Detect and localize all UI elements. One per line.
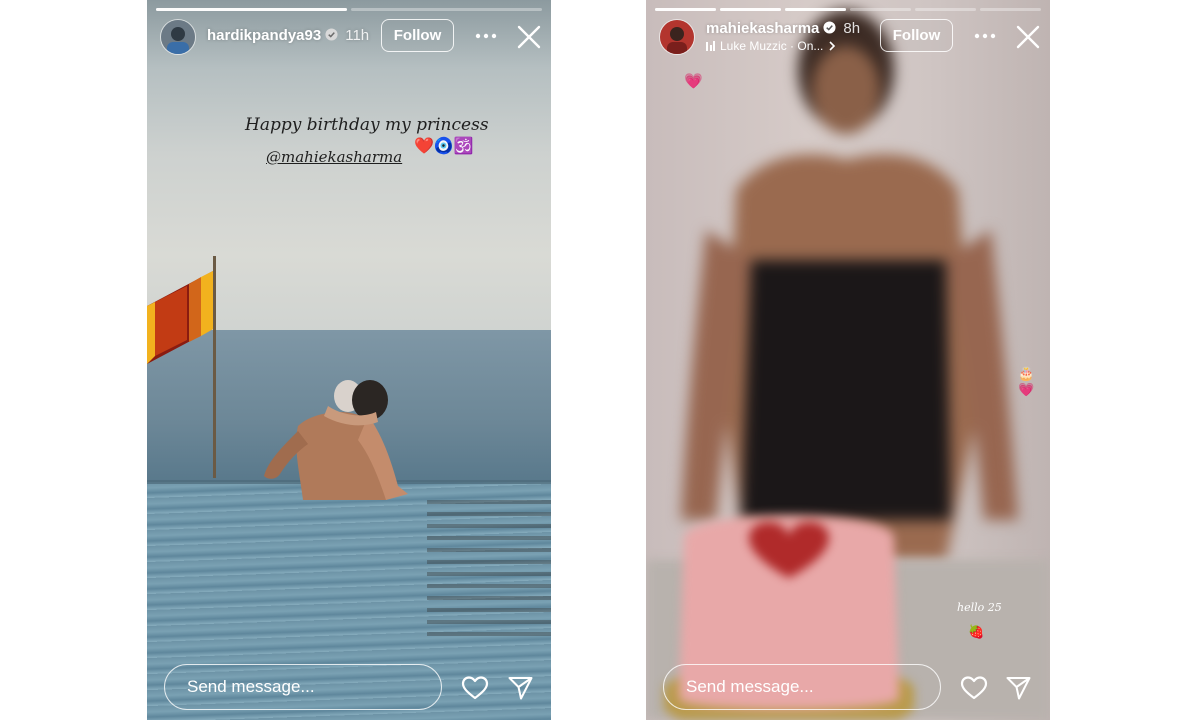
avatar[interactable] (659, 19, 695, 55)
send-message-input[interactable]: Send message... (663, 664, 941, 710)
username[interactable]: hardikpandya93 (207, 27, 321, 44)
verified-icon (325, 28, 338, 41)
music-title: Luke Muzzic · On... (720, 39, 824, 53)
flag-pole (213, 256, 216, 478)
progress-fill (655, 8, 716, 11)
verified-icon (823, 21, 836, 34)
emoji-sticker: ❤️🧿🕉️ (414, 136, 474, 155)
progress-fill (156, 8, 347, 11)
story-header: mahiekasharma 8h (706, 20, 860, 37)
follow-button[interactable]: Follow (381, 19, 454, 52)
username[interactable]: mahiekasharma (706, 20, 819, 37)
progress-segment (980, 8, 1041, 11)
progress-segment (720, 8, 781, 11)
progress-segment (785, 8, 846, 11)
avatar[interactable] (160, 19, 196, 55)
more-icon[interactable] (972, 24, 998, 48)
send-message-placeholder: Send message... (187, 677, 315, 696)
story-viewer-hardik[interactable]: hardikpandya93 11h Follow Happy birthday … (147, 0, 551, 720)
send-message-input[interactable]: Send message... (164, 664, 442, 710)
share-icon[interactable] (507, 675, 534, 701)
progress-fill (720, 8, 781, 11)
strawberry-sticker: 🍓 (968, 624, 985, 639)
send-message-placeholder: Send message... (686, 677, 814, 696)
music-icon (706, 41, 715, 51)
cake-heart-sticker: 🎂💗 (1018, 366, 1035, 397)
couple-photo (264, 380, 408, 500)
post-time: 11h (345, 27, 370, 44)
music-info[interactable]: Luke Muzzic · On... (706, 39, 836, 53)
post-time: 8h (843, 20, 861, 37)
heart-icon[interactable] (461, 675, 489, 701)
story-caption: Happy birthday my princess (245, 115, 489, 135)
progress-segment (850, 8, 911, 11)
couple-reflection (427, 500, 551, 640)
story-progress-bar (156, 8, 542, 11)
more-icon[interactable] (473, 24, 499, 48)
story-progress-bar (655, 8, 1041, 11)
heart-sticker: 💗 (684, 73, 703, 90)
progress-segment (915, 8, 976, 11)
share-icon[interactable] (1005, 675, 1032, 701)
progress-segment (156, 8, 347, 11)
chevron-right-icon (829, 41, 836, 51)
progress-segment (655, 8, 716, 11)
story-header: hardikpandya93 11h (207, 27, 369, 44)
story-viewer-mahieka[interactable]: mahiekasharma 8h Luke Muzzic · On... Foll… (646, 0, 1050, 720)
hello-text-sticker: hello 25 (957, 601, 1002, 614)
avatar-image (161, 20, 195, 54)
close-icon[interactable] (1015, 24, 1041, 50)
heart-icon[interactable] (960, 675, 988, 701)
mention-link[interactable]: @mahiekasharma (266, 148, 402, 166)
follow-button[interactable]: Follow (880, 19, 953, 52)
progress-fill (785, 8, 846, 11)
flag-image (147, 271, 213, 364)
avatar-image (660, 20, 694, 54)
close-icon[interactable] (516, 24, 542, 50)
progress-segment (351, 8, 542, 11)
